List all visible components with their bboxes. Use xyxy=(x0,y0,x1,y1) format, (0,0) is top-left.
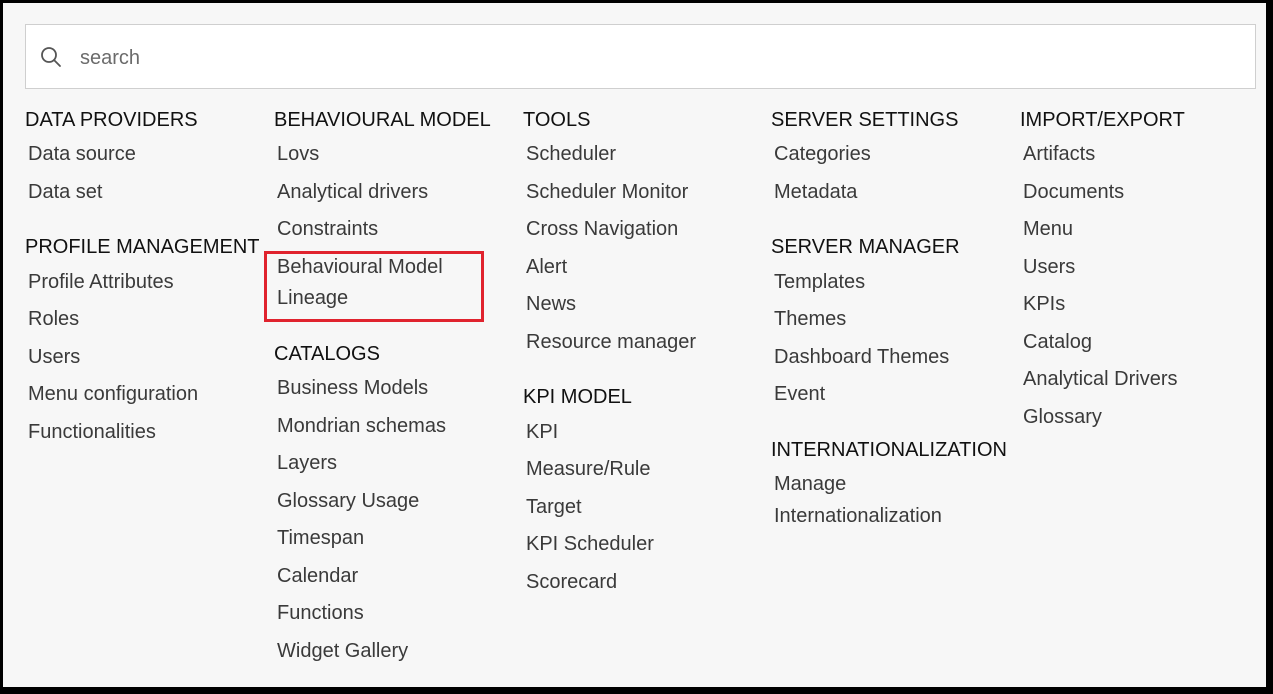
menu-item-kpi[interactable]: KPI xyxy=(526,417,558,448)
search-icon xyxy=(41,47,61,67)
menu-item-users[interactable]: Users xyxy=(28,342,80,373)
menu-item-menu-configuration[interactable]: Menu configuration xyxy=(28,379,198,410)
menu-item-glossary[interactable]: Glossary xyxy=(1023,402,1102,433)
menu-item-themes[interactable]: Themes xyxy=(774,304,846,335)
section-header-data-providers: DATA PROVIDERS xyxy=(25,109,198,131)
menu-item-profile-attributes[interactable]: Profile Attributes xyxy=(28,267,174,298)
menu-item-export-analytical-drivers[interactable]: Analytical Drivers xyxy=(1023,364,1177,395)
menu-item-target[interactable]: Target xyxy=(526,492,582,523)
menu-item-data-set[interactable]: Data set xyxy=(28,177,102,208)
section-header-catalogs: CATALOGS xyxy=(274,343,380,365)
menu-item-measure-rule[interactable]: Measure/Rule xyxy=(526,454,651,485)
section-header-server-manager: SERVER MANAGER xyxy=(771,236,960,258)
menu-panel: DATA PROVIDERS Data source Data set PROF… xyxy=(3,3,1266,687)
menu-item-layers[interactable]: Layers xyxy=(277,448,337,479)
menu-item-behavioural-model-lineage[interactable]: Behavioural Model xyxy=(277,252,443,283)
menu-item-news[interactable]: News xyxy=(526,289,576,320)
menu-item-lineage-line[interactable]: Lineage xyxy=(277,283,348,314)
menu-item-calendar[interactable]: Calendar xyxy=(277,561,358,592)
section-header-internationalization: INTERNATIONALIZATION xyxy=(771,439,1007,461)
search-input[interactable] xyxy=(78,39,1232,77)
menu-item-scheduler[interactable]: Scheduler xyxy=(526,139,616,170)
search-box[interactable] xyxy=(25,24,1256,89)
section-header-tools: TOOLS xyxy=(523,109,591,131)
menu-item-cross-navigation[interactable]: Cross Navigation xyxy=(526,214,678,245)
menu-item-timespan[interactable]: Timespan xyxy=(277,523,364,554)
section-header-kpi-model: KPI MODEL xyxy=(523,386,632,408)
menu-item-dashboard-themes[interactable]: Dashboard Themes xyxy=(774,342,949,373)
menu-item-menu[interactable]: Menu xyxy=(1023,214,1073,245)
menu-item-metadata[interactable]: Metadata xyxy=(774,177,857,208)
section-header-server-settings: SERVER SETTINGS xyxy=(771,109,959,131)
menu-item-lovs[interactable]: Lovs xyxy=(277,139,319,170)
menu-item-analytical-drivers[interactable]: Analytical drivers xyxy=(277,177,428,208)
menu-item-scheduler-monitor[interactable]: Scheduler Monitor xyxy=(526,177,688,208)
menu-item-manage-internationalization[interactable]: Manage xyxy=(774,469,846,500)
menu-item-widget-gallery[interactable]: Widget Gallery xyxy=(277,636,408,667)
menu-item-kpis[interactable]: KPIs xyxy=(1023,289,1065,320)
menu-item-categories[interactable]: Categories xyxy=(774,139,871,170)
menu-item-functionalities[interactable]: Functionalities xyxy=(28,417,156,448)
section-header-import-export: IMPORT/EXPORT xyxy=(1020,109,1185,131)
menu-item-catalog[interactable]: Catalog xyxy=(1023,327,1092,358)
menu-item-glossary-usage[interactable]: Glossary Usage xyxy=(277,486,419,517)
menu-item-business-models[interactable]: Business Models xyxy=(277,373,428,404)
menu-item-documents[interactable]: Documents xyxy=(1023,177,1124,208)
menu-item-roles[interactable]: Roles xyxy=(28,304,79,335)
menu-item-internationalization-line[interactable]: Internationalization xyxy=(774,501,942,532)
menu-item-constraints[interactable]: Constraints xyxy=(277,214,378,245)
section-header-profile-management: PROFILE MANAGEMENT xyxy=(25,236,260,258)
menu-item-alert[interactable]: Alert xyxy=(526,252,567,283)
menu-item-data-source[interactable]: Data source xyxy=(28,139,136,170)
menu-item-templates[interactable]: Templates xyxy=(774,267,865,298)
menu-item-scorecard[interactable]: Scorecard xyxy=(526,567,617,598)
menu-item-artifacts[interactable]: Artifacts xyxy=(1023,139,1095,170)
menu-item-event[interactable]: Event xyxy=(774,379,825,410)
menu-item-resource-manager[interactable]: Resource manager xyxy=(526,327,696,358)
menu-item-kpi-scheduler[interactable]: KPI Scheduler xyxy=(526,529,654,560)
menu-item-export-users[interactable]: Users xyxy=(1023,252,1075,283)
menu-item-mondrian-schemas[interactable]: Mondrian schemas xyxy=(277,411,446,442)
menu-item-functions[interactable]: Functions xyxy=(277,598,364,629)
section-header-behavioural-model: BEHAVIOURAL MODEL xyxy=(274,109,491,131)
